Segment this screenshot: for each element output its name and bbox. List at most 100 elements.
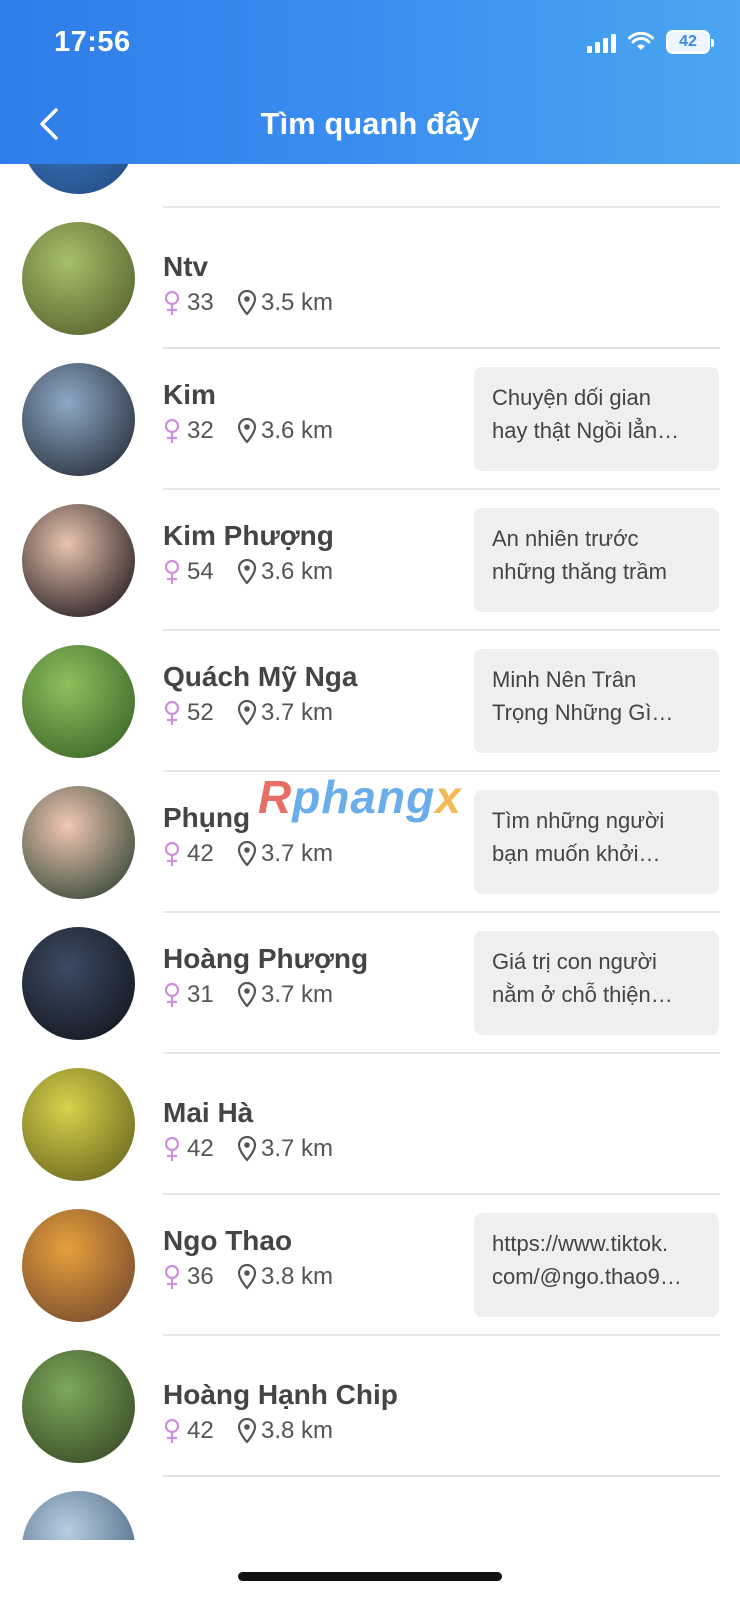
female-icon bbox=[164, 290, 180, 315]
location-pin-icon bbox=[237, 290, 257, 316]
person-name: Phụng bbox=[163, 802, 251, 833]
female-icon bbox=[164, 982, 180, 1007]
location-pin-icon bbox=[237, 1418, 257, 1444]
bio-line-1: Tìm những người bbox=[492, 808, 665, 833]
person-age: 33 bbox=[187, 289, 214, 316]
avatar[interactable] bbox=[22, 164, 135, 194]
person-name: Hoàng Hạnh Chip bbox=[163, 1379, 398, 1410]
bio-line-1: Giá trị con người bbox=[492, 949, 657, 974]
person-distance: 3.7 km bbox=[261, 1135, 334, 1162]
avatar[interactable] bbox=[22, 927, 135, 1040]
bio-bubble[interactable]: Giá trị con người nằm ở chỗ thiện… bbox=[474, 931, 719, 1035]
avatar[interactable] bbox=[22, 1491, 135, 1540]
female-icon bbox=[164, 418, 180, 443]
cellular-signal-icon bbox=[587, 31, 616, 53]
location-pin-icon bbox=[237, 418, 257, 444]
female-icon bbox=[164, 700, 180, 725]
avatar[interactable] bbox=[22, 1068, 135, 1181]
location-pin-icon bbox=[237, 982, 257, 1008]
person-name: Ngo Thao bbox=[163, 1225, 293, 1256]
bio-line-2: nằm ở chỗ thiện… bbox=[492, 982, 673, 1007]
person-distance: 3.6 km bbox=[261, 558, 334, 585]
bio-line-1: https://www.tiktok. bbox=[492, 1231, 669, 1256]
list-item[interactable]: Ntv 33 3.5 km bbox=[0, 208, 740, 349]
bio-bubble[interactable]: Tìm những người bạn muốn khởi… bbox=[474, 790, 719, 894]
person-age: 54 bbox=[187, 558, 214, 585]
person-meta: 31 3.7 km bbox=[163, 981, 333, 1009]
location-pin-icon bbox=[237, 1264, 257, 1290]
person-age: 42 bbox=[187, 1135, 214, 1162]
list-item[interactable]: Quách Mỹ Nga 52 3.7 km Minh Nên Trân Trọng N… bbox=[0, 631, 740, 772]
avatar[interactable] bbox=[22, 786, 135, 899]
person-distance: 3.7 km bbox=[261, 699, 334, 726]
list-item[interactable]: Kim Phượng 54 3.6 km An nhiên trước những th… bbox=[0, 490, 740, 631]
person-name: Ntv bbox=[163, 251, 209, 282]
list-item[interactable]: Hoàng Phượng 31 3.7 km Giá trị con người nằm… bbox=[0, 913, 740, 1054]
status-time: 17:56 bbox=[54, 26, 131, 58]
location-pin-icon bbox=[237, 841, 257, 867]
person-meta: 33 3.5 km bbox=[163, 289, 333, 317]
avatar[interactable] bbox=[22, 504, 135, 617]
location-pin-icon bbox=[237, 559, 257, 585]
person-distance: 3.6 km bbox=[261, 417, 334, 444]
person-meta: 32 3.6 km bbox=[163, 417, 333, 445]
bio-bubble[interactable]: An nhiên trước những thăng trầm bbox=[474, 508, 719, 612]
avatar[interactable] bbox=[22, 222, 135, 335]
person-distance: 3.7 km bbox=[261, 981, 334, 1008]
person-name: Kim Phượng bbox=[163, 520, 334, 551]
avatar[interactable] bbox=[22, 363, 135, 476]
person-age: 42 bbox=[187, 1417, 214, 1444]
bio-line-1: An nhiên trước bbox=[492, 526, 639, 551]
person-name: Quách Mỹ Nga bbox=[163, 661, 358, 692]
person-name: Hoàng Phượng bbox=[163, 943, 369, 974]
person-age: 52 bbox=[187, 699, 214, 726]
person-name: Kim bbox=[163, 379, 216, 410]
person-age: 36 bbox=[187, 1263, 214, 1290]
person-meta: 52 3.7 km bbox=[163, 699, 333, 727]
wifi-icon bbox=[628, 32, 654, 50]
app-header: 17:56 42 Tìm quanh đây bbox=[0, 0, 740, 164]
person-meta: 36 3.8 km bbox=[163, 1263, 333, 1291]
person-distance: 3.8 km bbox=[261, 1263, 334, 1290]
nearby-people-list[interactable]: 423.4 km Ntv 33 3.5 km Kim 32 3.6 km Chuyện dối… bbox=[0, 164, 740, 1540]
list-item[interactable] bbox=[0, 1477, 740, 1540]
avatar[interactable] bbox=[22, 1209, 135, 1322]
person-distance: 3.5 km bbox=[261, 289, 334, 316]
list-item[interactable]: Ngo Thao 36 3.8 km https://www.tiktok. com/@… bbox=[0, 1195, 740, 1336]
bio-line-2: Trọng Những Gì… bbox=[492, 700, 674, 725]
location-pin-icon bbox=[237, 1136, 257, 1162]
bio-bubble[interactable]: https://www.tiktok. com/@ngo.thao9… bbox=[474, 1213, 719, 1317]
bio-bubble[interactable]: Chuyện dối gian hay thật Ngồi lẳn… bbox=[474, 367, 719, 471]
list-item[interactable]: 423.4 km bbox=[0, 164, 740, 208]
female-icon bbox=[164, 1418, 180, 1443]
bio-line-1: Chuyện dối gian bbox=[492, 385, 652, 410]
bio-line-1: Minh Nên Trân bbox=[492, 667, 637, 692]
female-icon bbox=[164, 559, 180, 584]
person-meta: 42 3.8 km bbox=[163, 1417, 333, 1445]
watermark: Rphangx bbox=[258, 771, 462, 823]
person-age: 31 bbox=[187, 981, 214, 1008]
person-age: 42 bbox=[187, 840, 214, 867]
bio-line-2: những thăng trầm bbox=[492, 559, 667, 584]
female-icon bbox=[164, 1264, 180, 1289]
person-meta: 42 3.7 km bbox=[163, 1135, 333, 1163]
person-distance: 3.7 km bbox=[261, 840, 334, 867]
bio-bubble[interactable]: Minh Nên Trân Trọng Những Gì… bbox=[474, 649, 719, 753]
bio-line-2: bạn muốn khởi… bbox=[492, 841, 661, 866]
page-title: Tìm quanh đây bbox=[260, 106, 480, 141]
avatar[interactable] bbox=[22, 1350, 135, 1463]
home-indicator[interactable] bbox=[238, 1572, 502, 1581]
list-item[interactable]: Hoàng Hạnh Chip 42 3.8 km bbox=[0, 1336, 740, 1477]
person-distance: 3.8 km bbox=[261, 1417, 334, 1444]
status-icons: 42 bbox=[587, 30, 714, 54]
bio-line-2: com/@ngo.thao9… bbox=[492, 1264, 682, 1289]
list-item[interactable]: Mai Hà 42 3.7 km bbox=[0, 1054, 740, 1195]
list-item[interactable]: Kim 32 3.6 km Chuyện dối gian hay thật Ngồi … bbox=[0, 349, 740, 490]
battery-level: 42 bbox=[679, 33, 697, 50]
avatar[interactable] bbox=[22, 645, 135, 758]
location-pin-icon bbox=[237, 700, 257, 726]
person-meta: 42 3.7 km bbox=[163, 840, 333, 868]
bio-line-2: hay thật Ngồi lẳn… bbox=[492, 418, 680, 443]
person-name: Mai Hà bbox=[163, 1097, 254, 1128]
person-meta: 54 3.6 km bbox=[163, 558, 333, 586]
